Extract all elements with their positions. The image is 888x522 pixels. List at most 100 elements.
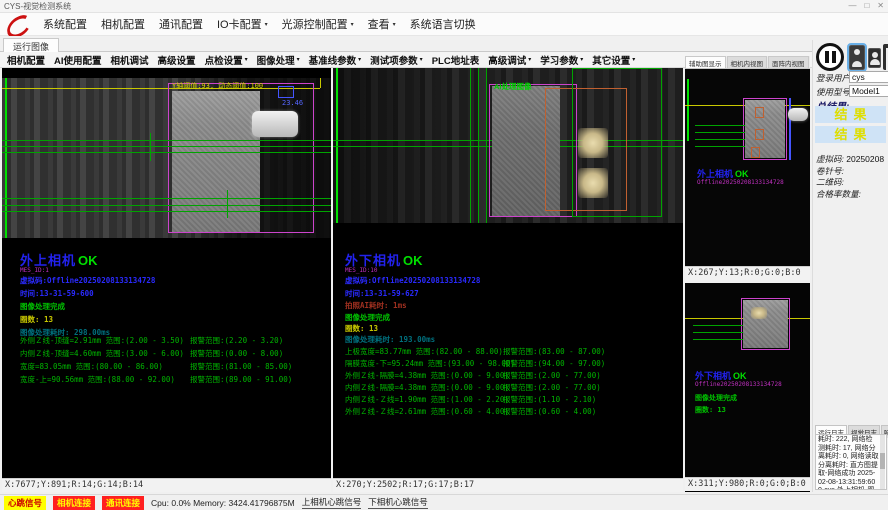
edge-line xyxy=(5,78,7,238)
tool-other-settings[interactable]: 其它设置▾ xyxy=(592,53,635,67)
user-mode-button[interactable] xyxy=(868,48,881,68)
measurement-row: 内侧Ｚ线-顶缝=4.60mm 范围:(3.00 - 6.00)报警范围:(0.0… xyxy=(20,347,292,360)
log-scrollbar[interactable] xyxy=(880,435,885,489)
user-mode-button-active[interactable] xyxy=(849,45,865,70)
lower-camera-heartbeat-link[interactable]: 下相机心跳信号 xyxy=(368,496,428,509)
measurement-row: 宽度=83.05mm 范围:(80.00 - 86.00)报警范围:(81.00… xyxy=(20,360,292,373)
menu-comm-config[interactable]: 通讯配置 xyxy=(152,13,210,35)
tool-ai-usage-config[interactable]: AI使用配置 xyxy=(54,53,102,67)
pass-count-row: 合格率数量: xyxy=(816,188,888,200)
aux-bottom-pixel-coordinates: X:311;Y:980;R:0;G:0;B:0 xyxy=(685,477,810,491)
close-icon[interactable]: ✕ xyxy=(877,1,884,11)
measurement-row: 内侧Ｚ线-Ｚ线=1.90mm 范围:(1.00 - 2.20)报警范围:(1.1… xyxy=(345,394,605,406)
ai-processing-label: AI处理图像 xyxy=(494,81,532,92)
turns-line: 圈数: 13 xyxy=(345,323,378,334)
menu-label: IO卡配置 xyxy=(217,16,262,32)
right-sidebar: 登录用户: cys 使用型号: Model1 总结果: 结果 结果 虚拟码: 2… xyxy=(812,40,888,492)
qr-label: 二维码: xyxy=(816,177,844,187)
menu-language-switch[interactable]: 系统语言切换 xyxy=(403,13,483,35)
aux-view-top: 辅助图显示 相机内视图 面阵内视图 外上相机OK Offline20250208… xyxy=(685,56,810,281)
title-bar: CYS-视觉检测系统 — □ ✕ xyxy=(0,0,888,13)
reference-line-yellow xyxy=(320,78,321,88)
comm-connection-badge: 通讯连接 xyxy=(102,496,144,510)
measurement-row: 内侧Ｚ线-隔膜=4.38mm 范围:(0.00 - 9.00)报警范围:(2.0… xyxy=(345,382,605,394)
roi-box-magenta xyxy=(743,98,787,160)
barcode-line: Offline20250208133134728 xyxy=(697,179,784,186)
tool-learning-params[interactable]: 学习参数▾ xyxy=(540,53,583,67)
chevron-down-icon: ▾ xyxy=(528,56,531,63)
bright-feature xyxy=(578,168,608,198)
minimize-icon[interactable]: — xyxy=(848,1,856,11)
turns-line: 圈数: 13 xyxy=(20,314,53,325)
left-camera-image: Y轴阈值:93, 动态阈值:100 23.46 xyxy=(2,78,331,238)
tab-area-inner-view[interactable]: 面阵内视图 xyxy=(768,56,809,68)
measurement-value: 内侧Ｚ线-Ｚ线=1.90mm 范围:(1.00 - 2.20) xyxy=(345,394,503,406)
measure-line xyxy=(695,132,745,133)
alarm-range: 报警范围:(83.00 - 87.00) xyxy=(503,346,605,358)
pass-count-label: 合格率数量: xyxy=(816,189,861,199)
heartbeat-status-badge: 心跳信号 xyxy=(4,496,46,510)
model-label: 使用型号: xyxy=(816,87,852,97)
tab-aux-display[interactable]: 辅助图显示 xyxy=(685,56,726,68)
measurement-value: 外侧Ｚ线-Ｚ线=2.61mm 范围:(0.60 - 4.00) xyxy=(345,406,503,418)
center-camera-view[interactable]: AI处理图像 外下相机OK MES_ID:10 虚拟码:Offline20250… xyxy=(333,68,683,478)
tool-label: AI使用配置 xyxy=(54,53,102,67)
feature-box-orange xyxy=(755,107,764,118)
tool-spot-check[interactable]: 点检设置▾ xyxy=(205,53,248,67)
measurement-row: 宽度-上=90.56mm 范围:(88.00 - 92.00)报警范围:(89.… xyxy=(20,373,292,386)
tab-camera-inner-view[interactable]: 相机内视图 xyxy=(727,56,768,68)
measure-line xyxy=(693,332,743,333)
status-bar: 心跳信号 相机连接 通讯连接 Cpu: 0.0% Memory: 3424.41… xyxy=(0,494,888,510)
menu-system-config[interactable]: 系统配置 xyxy=(36,13,94,35)
measure-line xyxy=(695,125,745,126)
logout-exit-button[interactable] xyxy=(883,44,888,70)
tool-label: 高级调试 xyxy=(488,53,526,67)
tool-baseline-params[interactable]: 基准线参数▾ xyxy=(309,53,362,67)
barcode-line: 虚拟码:Offline20250208133134728 xyxy=(345,275,480,286)
measure-line xyxy=(2,198,331,199)
tool-advanced-debug[interactable]: 高级调试▾ xyxy=(488,53,531,67)
menu-view[interactable]: 查看▾ xyxy=(361,13,403,35)
maximize-icon[interactable]: □ xyxy=(864,1,869,11)
login-user-label: 登录用户: xyxy=(816,73,852,83)
pause-button[interactable] xyxy=(816,43,844,71)
scrollbar-thumb[interactable] xyxy=(880,453,885,469)
needle-label: 卷针号: xyxy=(816,166,844,176)
measure-line xyxy=(693,325,743,326)
tool-camera-debug[interactable]: 相机调试 xyxy=(111,53,149,67)
bright-feature xyxy=(578,128,608,158)
measurement-value: 宽度=83.05mm 范围:(80.00 - 86.00) xyxy=(20,360,190,373)
measure-line xyxy=(693,339,743,340)
measure-line xyxy=(227,190,228,218)
measurement-value: 内侧Ｚ线-顶缝=4.60mm 范围:(3.00 - 6.00) xyxy=(20,347,190,360)
alarm-range: 报警范围:(2.00 - 77.00) xyxy=(503,382,601,394)
alarm-range: 报警范围:(0.00 - 8.00) xyxy=(190,347,283,360)
alarm-range: 报警范围:(1.10 - 2.10) xyxy=(503,394,596,406)
chevron-down-icon: ▾ xyxy=(580,56,583,63)
upper-camera-heartbeat-link[interactable]: 上相机心跳信号 xyxy=(302,496,362,509)
menu-io-card-config[interactable]: IO卡配置▾ xyxy=(210,13,275,35)
tool-label: PLC地址表 xyxy=(432,53,480,67)
login-user-field[interactable]: cys xyxy=(849,71,888,83)
tab-run-image[interactable]: 运行图像 xyxy=(3,38,59,52)
log-text-area[interactable]: 耗时: 222, 网络检测耗时: 17, 网络分离耗时: 0, 网络读取分离耗时… xyxy=(815,434,887,490)
tool-label: 学习参数 xyxy=(540,53,578,67)
alarm-range: 报警范围:(2.20 - 3.20) xyxy=(190,334,283,347)
camera-name: 外上相机 xyxy=(697,169,733,179)
measurement-value: 外侧Ｚ线-顶缝=2.91mm 范围:(2.00 - 3.50) xyxy=(20,334,190,347)
menu-bar: 系统配置 相机配置 通讯配置 IO卡配置▾ 光源控制配置▾ 查看▾ 系统语言切换 xyxy=(0,13,888,36)
tool-advanced-settings[interactable]: 高级设置 xyxy=(158,53,196,67)
tool-camera-config[interactable]: 相机配置 xyxy=(7,53,45,67)
menu-camera-config[interactable]: 相机配置 xyxy=(94,13,152,35)
aux-bottom-camera-image[interactable]: 外下相机OK Offline20250208133134728 图像处理完成 圈… xyxy=(685,283,810,477)
menu-light-control-config[interactable]: 光源控制配置▾ xyxy=(275,13,361,35)
left-camera-view[interactable]: Y轴阈值:93, 动态阈值:100 23.46 外上相机OK MES_ID:1 … xyxy=(2,68,331,478)
tool-test-item-params[interactable]: 测试项参数▾ xyxy=(370,53,423,67)
tool-plc-address-table[interactable]: PLC地址表 xyxy=(432,53,480,67)
model-field[interactable]: Model1 xyxy=(849,85,888,97)
tool-image-processing[interactable]: 图像处理▾ xyxy=(257,53,300,67)
aux-top-camera-image[interactable]: 外上相机OK Offline20250208133134728 xyxy=(685,69,810,266)
camera-name: 外下相机 xyxy=(345,253,401,268)
chevron-down-icon: ▾ xyxy=(393,21,396,28)
connector-part xyxy=(252,111,298,137)
